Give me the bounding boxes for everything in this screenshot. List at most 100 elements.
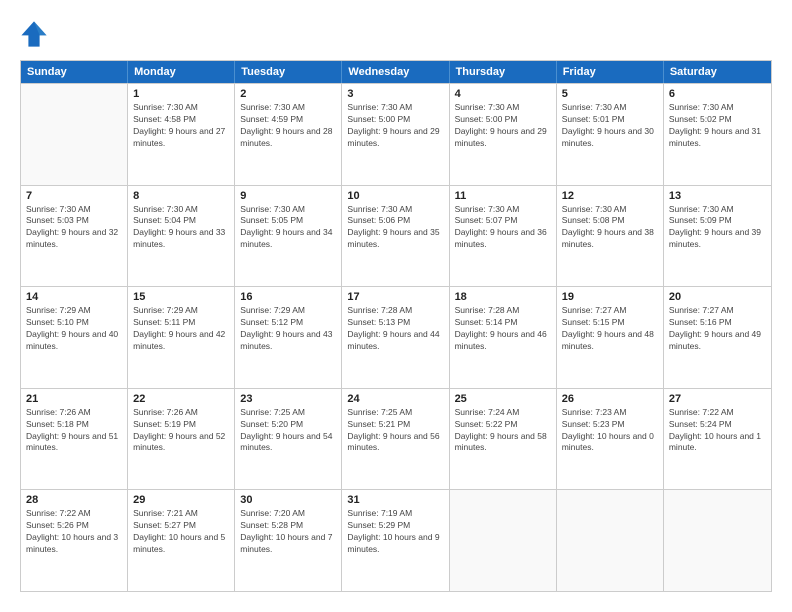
day-info: Sunrise: 7:23 AMSunset: 5:23 PMDaylight:… [562, 407, 658, 455]
day-cell-12: 12 Sunrise: 7:30 AMSunset: 5:08 PMDayligh… [557, 186, 664, 287]
weekday-header-sunday: Sunday [21, 61, 128, 83]
day-number: 19 [562, 291, 658, 303]
day-cell-27: 27 Sunrise: 7:22 AMSunset: 5:24 PMDayligh… [664, 389, 771, 490]
day-number: 8 [133, 190, 229, 202]
day-info: Sunrise: 7:30 AMSunset: 5:05 PMDaylight:… [240, 204, 336, 252]
day-info: Sunrise: 7:30 AMSunset: 5:02 PMDaylight:… [669, 102, 766, 150]
day-number: 12 [562, 190, 658, 202]
day-cell-14: 14 Sunrise: 7:29 AMSunset: 5:10 PMDayligh… [21, 287, 128, 388]
weekday-header-thursday: Thursday [450, 61, 557, 83]
day-cell-4: 4 Sunrise: 7:30 AMSunset: 5:00 PMDaylight… [450, 84, 557, 185]
day-cell-30: 30 Sunrise: 7:20 AMSunset: 5:28 PMDayligh… [235, 490, 342, 591]
day-number: 2 [240, 88, 336, 100]
day-number: 20 [669, 291, 766, 303]
day-number: 14 [26, 291, 122, 303]
logo-icon [20, 20, 48, 48]
day-info: Sunrise: 7:29 AMSunset: 5:10 PMDaylight:… [26, 305, 122, 353]
day-info: Sunrise: 7:27 AMSunset: 5:16 PMDaylight:… [669, 305, 766, 353]
day-info: Sunrise: 7:30 AMSunset: 5:09 PMDaylight:… [669, 204, 766, 252]
calendar: SundayMondayTuesdayWednesdayThursdayFrid… [20, 60, 772, 592]
week-row-4: 21 Sunrise: 7:26 AMSunset: 5:18 PMDayligh… [21, 388, 771, 490]
day-cell-9: 9 Sunrise: 7:30 AMSunset: 5:05 PMDaylight… [235, 186, 342, 287]
day-info: Sunrise: 7:30 AMSunset: 5:01 PMDaylight:… [562, 102, 658, 150]
empty-cell [557, 490, 664, 591]
day-cell-24: 24Sunrise: 7:25 AMSunset: 5:21 PMDayligh… [342, 389, 449, 490]
day-number: 17 [347, 291, 443, 303]
day-number: 6 [669, 88, 766, 100]
day-number: 27 [669, 393, 766, 405]
weekday-header-wednesday: Wednesday [342, 61, 449, 83]
day-info: Sunrise: 7:20 AMSunset: 5:28 PMDaylight:… [240, 508, 336, 556]
day-info: Sunrise: 7:28 AMSunset: 5:14 PMDaylight:… [455, 305, 551, 353]
day-info: Sunrise: 7:29 AMSunset: 5:11 PMDaylight:… [133, 305, 229, 353]
day-info: Sunrise: 7:21 AMSunset: 5:27 PMDaylight:… [133, 508, 229, 556]
day-info: Sunrise: 7:22 AMSunset: 5:26 PMDaylight:… [26, 508, 122, 556]
day-cell-13: 13 Sunrise: 7:30 AMSunset: 5:09 PMDayligh… [664, 186, 771, 287]
day-cell-2: 2 Sunrise: 7:30 AMSunset: 4:59 PMDaylight… [235, 84, 342, 185]
weekday-header-tuesday: Tuesday [235, 61, 342, 83]
day-cell-7: 7Sunrise: 7:30 AMSunset: 5:03 PMDaylight… [21, 186, 128, 287]
day-info: Sunrise: 7:26 AMSunset: 5:19 PMDaylight:… [133, 407, 229, 455]
week-row-2: 7Sunrise: 7:30 AMSunset: 5:03 PMDaylight… [21, 185, 771, 287]
day-cell-18: 18 Sunrise: 7:28 AMSunset: 5:14 PMDayligh… [450, 287, 557, 388]
weekday-header-saturday: Saturday [664, 61, 771, 83]
weekday-header-monday: Monday [128, 61, 235, 83]
day-cell-17: 17Sunrise: 7:28 AMSunset: 5:13 PMDayligh… [342, 287, 449, 388]
day-number: 4 [455, 88, 551, 100]
day-number: 11 [455, 190, 551, 202]
day-number: 25 [455, 393, 551, 405]
header [20, 20, 772, 48]
day-cell-28: 28 Sunrise: 7:22 AMSunset: 5:26 PMDayligh… [21, 490, 128, 591]
day-number: 31 [347, 494, 443, 506]
day-info: Sunrise: 7:30 AMSunset: 5:00 PMDaylight:… [347, 102, 443, 150]
day-cell-19: 19Sunrise: 7:27 AMSunset: 5:15 PMDayligh… [557, 287, 664, 388]
day-number: 1 [133, 88, 229, 100]
day-number: 3 [347, 88, 443, 100]
day-number: 21 [26, 393, 122, 405]
day-info: Sunrise: 7:30 AMSunset: 5:08 PMDaylight:… [562, 204, 658, 252]
day-number: 13 [669, 190, 766, 202]
day-info: Sunrise: 7:25 AMSunset: 5:21 PMDaylight:… [347, 407, 443, 455]
day-number: 29 [133, 494, 229, 506]
day-info: Sunrise: 7:30 AMSunset: 4:58 PMDaylight:… [133, 102, 229, 150]
day-info: Sunrise: 7:29 AMSunset: 5:12 PMDaylight:… [240, 305, 336, 353]
week-row-3: 14 Sunrise: 7:29 AMSunset: 5:10 PMDayligh… [21, 286, 771, 388]
day-number: 5 [562, 88, 658, 100]
day-number: 9 [240, 190, 336, 202]
empty-cell [21, 84, 128, 185]
day-cell-25: 25 Sunrise: 7:24 AMSunset: 5:22 PMDayligh… [450, 389, 557, 490]
day-number: 26 [562, 393, 658, 405]
day-info: Sunrise: 7:30 AMSunset: 5:00 PMDaylight:… [455, 102, 551, 150]
day-cell-31: 31 Sunrise: 7:19 AMSunset: 5:29 PMDayligh… [342, 490, 449, 591]
day-info: Sunrise: 7:24 AMSunset: 5:22 PMDaylight:… [455, 407, 551, 455]
day-cell-11: 11 Sunrise: 7:30 AMSunset: 5:07 PMDayligh… [450, 186, 557, 287]
day-number: 28 [26, 494, 122, 506]
day-info: Sunrise: 7:30 AMSunset: 5:07 PMDaylight:… [455, 204, 551, 252]
calendar-body: 1 Sunrise: 7:30 AMSunset: 4:58 PMDaylight… [21, 83, 771, 591]
day-number: 22 [133, 393, 229, 405]
day-info: Sunrise: 7:30 AMSunset: 5:04 PMDaylight:… [133, 204, 229, 252]
week-row-1: 1 Sunrise: 7:30 AMSunset: 4:58 PMDaylight… [21, 83, 771, 185]
day-number: 30 [240, 494, 336, 506]
empty-cell [450, 490, 557, 591]
page: SundayMondayTuesdayWednesdayThursdayFrid… [0, 0, 792, 612]
day-info: Sunrise: 7:30 AMSunset: 4:59 PMDaylight:… [240, 102, 336, 150]
calendar-header: SundayMondayTuesdayWednesdayThursdayFrid… [21, 61, 771, 83]
day-cell-22: 22 Sunrise: 7:26 AMSunset: 5:19 PMDayligh… [128, 389, 235, 490]
day-cell-8: 8 Sunrise: 7:30 AMSunset: 5:04 PMDaylight… [128, 186, 235, 287]
day-info: Sunrise: 7:19 AMSunset: 5:29 PMDaylight:… [347, 508, 443, 556]
day-cell-23: 23Sunrise: 7:25 AMSunset: 5:20 PMDayligh… [235, 389, 342, 490]
day-info: Sunrise: 7:22 AMSunset: 5:24 PMDaylight:… [669, 407, 766, 455]
day-cell-3: 3 Sunrise: 7:30 AMSunset: 5:00 PMDaylight… [342, 84, 449, 185]
day-number: 10 [347, 190, 443, 202]
empty-cell [664, 490, 771, 591]
logo [20, 20, 52, 48]
day-info: Sunrise: 7:26 AMSunset: 5:18 PMDaylight:… [26, 407, 122, 455]
day-cell-21: 21 Sunrise: 7:26 AMSunset: 5:18 PMDayligh… [21, 389, 128, 490]
day-number: 23 [240, 393, 336, 405]
day-number: 18 [455, 291, 551, 303]
day-cell-10: 10Sunrise: 7:30 AMSunset: 5:06 PMDayligh… [342, 186, 449, 287]
day-cell-1: 1 Sunrise: 7:30 AMSunset: 4:58 PMDaylight… [128, 84, 235, 185]
day-cell-20: 20 Sunrise: 7:27 AMSunset: 5:16 PMDayligh… [664, 287, 771, 388]
weekday-header-friday: Friday [557, 61, 664, 83]
